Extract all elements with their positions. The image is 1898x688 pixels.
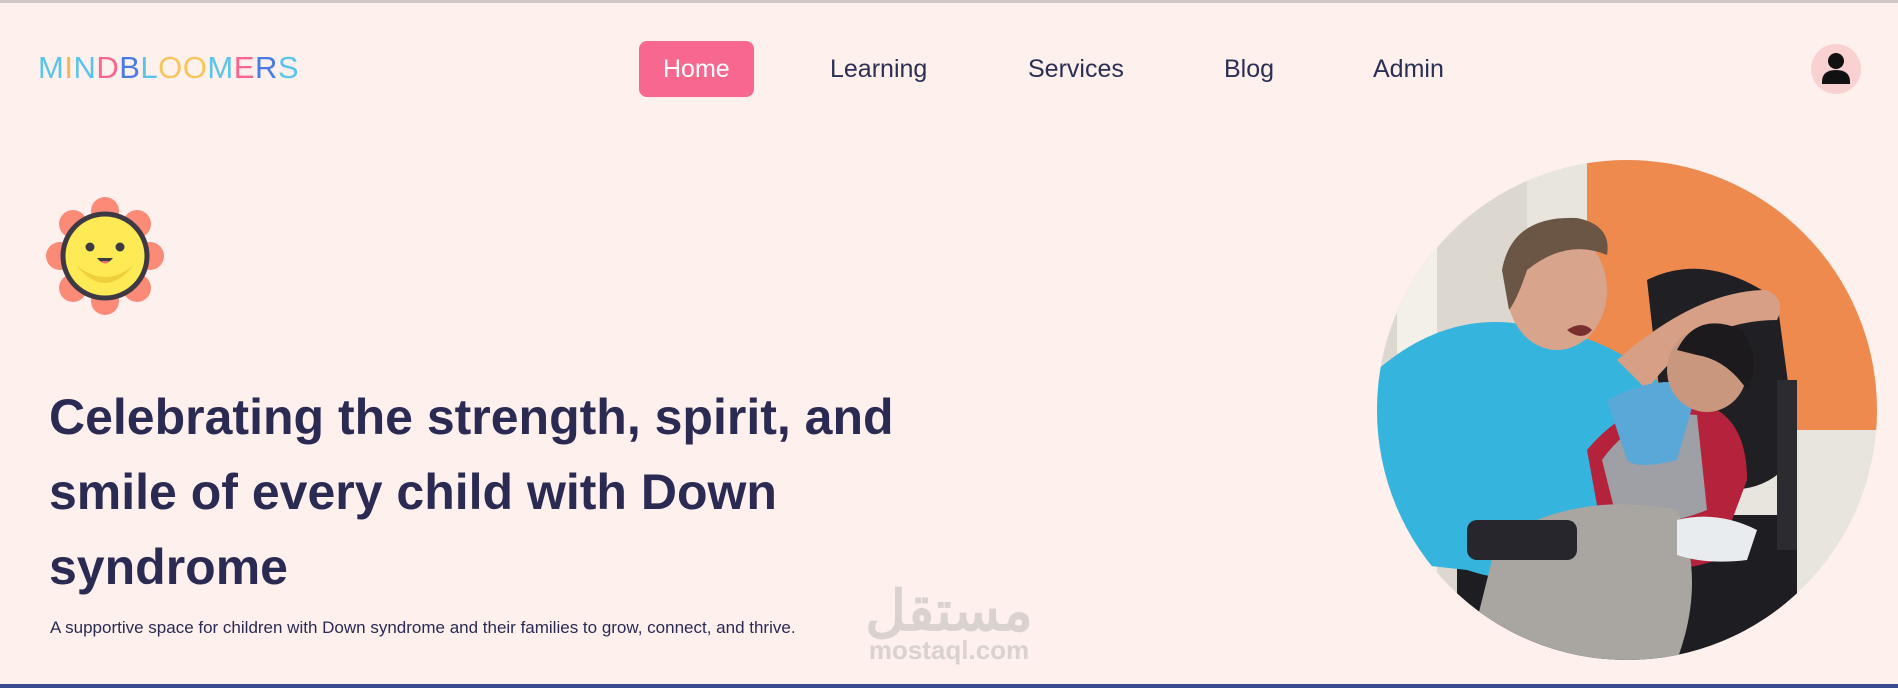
watermark: مستقل mostaql.com: [858, 579, 1040, 665]
nav-learning[interactable]: Learning: [830, 41, 927, 97]
logo-letter: R: [254, 50, 278, 85]
hero-headline: Celebrating the strength, spirit, and sm…: [49, 389, 894, 595]
nav-services[interactable]: Services: [1028, 41, 1124, 97]
top-border: [0, 0, 1898, 3]
logo-letter: D: [96, 50, 120, 85]
logo-letter: I: [64, 50, 74, 85]
hero-subtitle: A supportive space for children with Dow…: [50, 618, 796, 637]
nav-admin[interactable]: Admin: [1373, 41, 1444, 97]
watermark-latin: mostaql.com: [868, 635, 1030, 665]
logo-letter: B: [119, 50, 141, 85]
logo-letter: M: [38, 50, 65, 85]
logo-letter: O: [182, 50, 208, 85]
logo-letter: O: [158, 50, 183, 85]
logo-letter: E: [233, 50, 255, 85]
hero-image: [1377, 160, 1877, 660]
bottom-border: [0, 684, 1898, 688]
logo-letter: N: [73, 50, 97, 85]
nav-home[interactable]: Home: [639, 41, 754, 97]
user-avatar-icon[interactable]: [1811, 44, 1861, 94]
site-logo[interactable]: MINDBLOOMERS: [38, 50, 299, 86]
watermark-arabic: مستقل: [865, 579, 1033, 642]
logo-letter: L: [140, 50, 159, 85]
logo-letter: S: [277, 50, 300, 85]
logo-letter: M: [207, 50, 234, 85]
smiling-sun-icon: [46, 197, 164, 315]
nav-blog[interactable]: Blog: [1224, 41, 1274, 97]
